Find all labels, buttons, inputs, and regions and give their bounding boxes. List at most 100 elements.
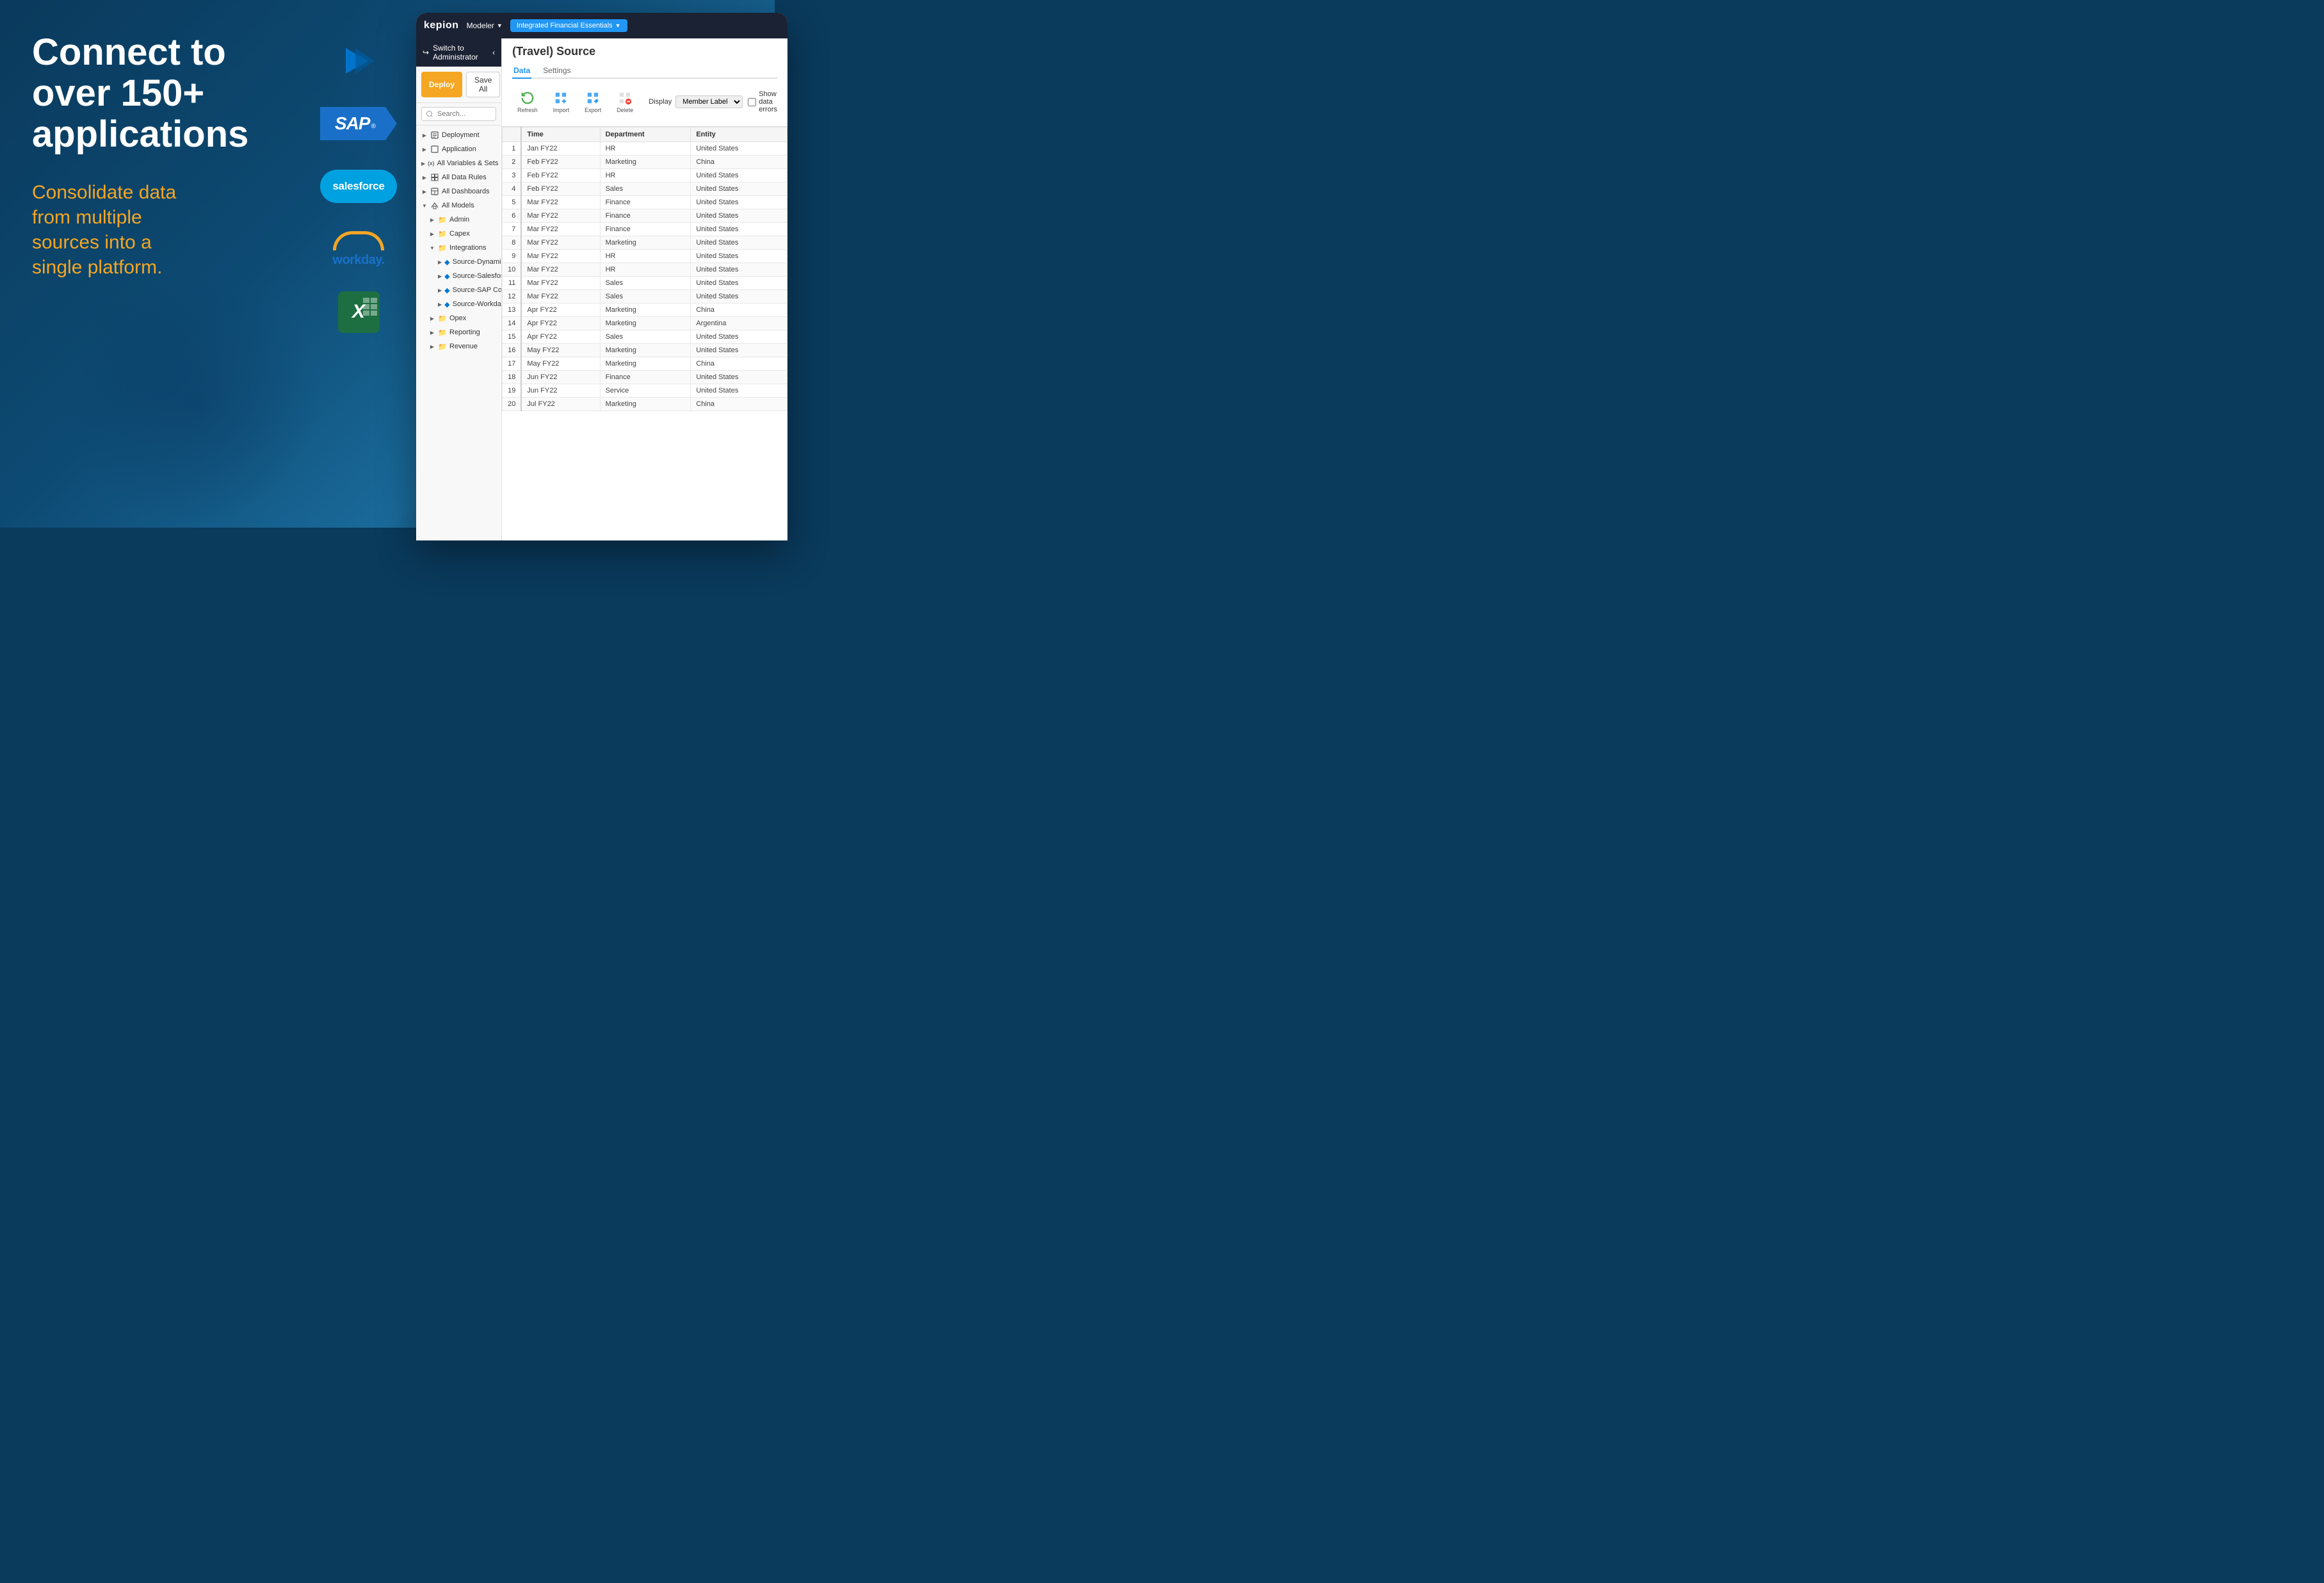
cell-col-2: Marketing <box>600 317 691 330</box>
icon-source-dynamics: ◆ <box>444 257 449 266</box>
ife-label: Integrated Financial Essentials <box>517 22 613 29</box>
table-row[interactable]: 7Mar FY22FinanceUnited States <box>503 223 787 236</box>
nav-item-application[interactable]: ▶ Application <box>416 142 501 156</box>
icon-source-salesforce: ◆ <box>444 272 449 280</box>
table-row[interactable]: 12Mar FY22SalesUnited States <box>503 290 787 304</box>
table-row[interactable]: 17May FY22MarketingChina <box>503 357 787 371</box>
toolbar: Refresh <box>512 84 777 120</box>
app-header: kepion Modeler ▼ Integrated Financial Es… <box>416 13 787 38</box>
cell-col-3: China <box>691 398 787 411</box>
nav-item-data-rules[interactable]: ▶ All Data Rules <box>416 170 501 184</box>
cell-col-2: Finance <box>600 209 691 223</box>
cell-col-2: HR <box>600 169 691 183</box>
tab-settings[interactable]: Settings <box>542 63 572 79</box>
cell-col-1: Feb FY22 <box>521 169 600 183</box>
nav-item-opex[interactable]: ▶ 📁 Opex <box>416 311 501 325</box>
sap-text: SAP <box>335 113 370 134</box>
table-row[interactable]: 9Mar FY22HRUnited States <box>503 250 787 263</box>
icon-dashboards <box>430 187 439 196</box>
display-select[interactable]: Member Label <box>675 95 743 108</box>
switch-icon: ↪ <box>423 48 429 57</box>
nav-item-models[interactable]: ▼ All Models <box>416 199 501 213</box>
table-row[interactable]: 5Mar FY22FinanceUnited States <box>503 196 787 209</box>
refresh-button[interactable]: Refresh <box>512 88 543 116</box>
table-row[interactable]: 2Feb FY22MarketingChina <box>503 156 787 169</box>
nav-item-source-workday[interactable]: ▶ ◆ Source-Workday HR <box>416 297 501 311</box>
nav-item-source-salesforce[interactable]: ▶ ◆ Source-Salesforce CRM <box>416 269 501 283</box>
tab-data[interactable]: Data <box>512 63 531 79</box>
nav-item-reporting[interactable]: ▶ 📁 Reporting <box>416 325 501 339</box>
cell-row-num: 10 <box>503 263 522 277</box>
icon-source-sap: ◆ <box>444 286 449 295</box>
modeler-dropdown[interactable]: Modeler ▼ <box>467 21 503 30</box>
export-button[interactable]: Export <box>579 88 606 116</box>
cell-col-3: United States <box>691 142 787 156</box>
nav-label-variables: All Variables & Sets <box>437 159 499 167</box>
nav-label-admin: Admin <box>449 216 469 223</box>
cell-col-3: United States <box>691 290 787 304</box>
delete-button[interactable]: Delete <box>611 88 638 116</box>
save-all-button[interactable]: Save All <box>466 72 500 97</box>
icon-source-workday: ◆ <box>444 300 449 309</box>
main-title: (Travel) Source <box>512 45 777 58</box>
nav-item-source-dynamics[interactable]: ▶ ◆ Source-Dynamics 365 <box>416 255 501 269</box>
icon-data-rules <box>430 173 439 182</box>
cell-col-2: HR <box>600 142 691 156</box>
delete-icon <box>617 90 633 106</box>
table-row[interactable]: 8Mar FY22MarketingUnited States <box>503 236 787 250</box>
sidebar-header: ↪ Switch to Administrator ‹ <box>416 38 501 67</box>
nav-label-data-rules: All Data Rules <box>442 174 487 181</box>
cell-row-num: 7 <box>503 223 522 236</box>
nav-label-source-salesforce: Source-Salesforce CRM <box>453 272 502 280</box>
chevron-source-dynamics: ▶ <box>438 259 442 265</box>
table-row[interactable]: 6Mar FY22FinanceUnited States <box>503 209 787 223</box>
sap-dot: ® <box>371 123 376 130</box>
table-row[interactable]: 14Apr FY22MarketingArgentina <box>503 317 787 330</box>
sidebar-search-input[interactable] <box>421 107 496 121</box>
chevron-source-salesforce: ▶ <box>438 273 442 279</box>
collapse-icon[interactable]: ‹ <box>492 48 495 57</box>
table-row[interactable]: 10Mar FY22HRUnited States <box>503 263 787 277</box>
import-button[interactable]: Import <box>548 88 575 116</box>
cell-col-2: Marketing <box>600 344 691 357</box>
cell-col-1: May FY22 <box>521 344 600 357</box>
show-errors-checkbox[interactable] <box>748 98 756 106</box>
table-row[interactable]: 11Mar FY22SalesUnited States <box>503 277 787 290</box>
app-screenshot: kepion Modeler ▼ Integrated Financial Es… <box>416 13 787 540</box>
nav-item-integrations[interactable]: ▼ 📁 Integrations <box>416 241 501 255</box>
nav-item-capex[interactable]: ▶ 📁 Capex <box>416 227 501 241</box>
table-row[interactable]: 18Jun FY22FinanceUnited States <box>503 371 787 384</box>
table-row[interactable]: 13Apr FY22MarketingChina <box>503 304 787 317</box>
workday-text: workday. <box>332 253 384 268</box>
cell-row-num: 6 <box>503 209 522 223</box>
nav-item-revenue[interactable]: ▶ 📁 Revenue <box>416 339 501 353</box>
cell-col-3: United States <box>691 371 787 384</box>
table-row[interactable]: 3Feb FY22HRUnited States <box>503 169 787 183</box>
chevron-opex: ▶ <box>429 315 435 321</box>
import-label: Import <box>553 107 570 113</box>
cell-col-2: Finance <box>600 371 691 384</box>
cell-col-1: Mar FY22 <box>521 236 600 250</box>
table-row[interactable]: 16May FY22MarketingUnited States <box>503 344 787 357</box>
table-row[interactable]: 20Jul FY22MarketingChina <box>503 398 787 411</box>
chevron-application: ▶ <box>421 146 428 152</box>
table-row[interactable]: 19Jun FY22ServiceUnited States <box>503 384 787 398</box>
cell-col-3: United States <box>691 223 787 236</box>
nav-item-source-sap[interactable]: ▶ ◆ Source-SAP Concur <box>416 283 501 297</box>
switch-to-admin[interactable]: ↪ Switch to Administrator <box>423 44 492 61</box>
table-row[interactable]: 15Apr FY22SalesUnited States <box>503 330 787 344</box>
nav-item-admin[interactable]: ▶ 📁 Admin <box>416 213 501 227</box>
nav-item-deployment[interactable]: ▶ Deployment <box>416 128 501 142</box>
nav-item-variables[interactable]: ▶ (x) All Variables & Sets <box>416 156 501 170</box>
chevron-revenue: ▶ <box>429 343 435 350</box>
cell-col-1: Mar FY22 <box>521 290 600 304</box>
col-header-department: Department <box>600 127 691 142</box>
table-row[interactable]: 4Feb FY22SalesUnited States <box>503 183 787 196</box>
cell-row-num: 14 <box>503 317 522 330</box>
ife-dropdown[interactable]: Integrated Financial Essentials ▼ <box>510 19 627 32</box>
nav-item-dashboards[interactable]: ▶ All Dashboards <box>416 184 501 199</box>
table-row[interactable]: 1Jan FY22HRUnited States <box>503 142 787 156</box>
deploy-button[interactable]: Deploy <box>421 72 462 97</box>
cell-col-2: Marketing <box>600 236 691 250</box>
excel-grid <box>363 298 377 316</box>
